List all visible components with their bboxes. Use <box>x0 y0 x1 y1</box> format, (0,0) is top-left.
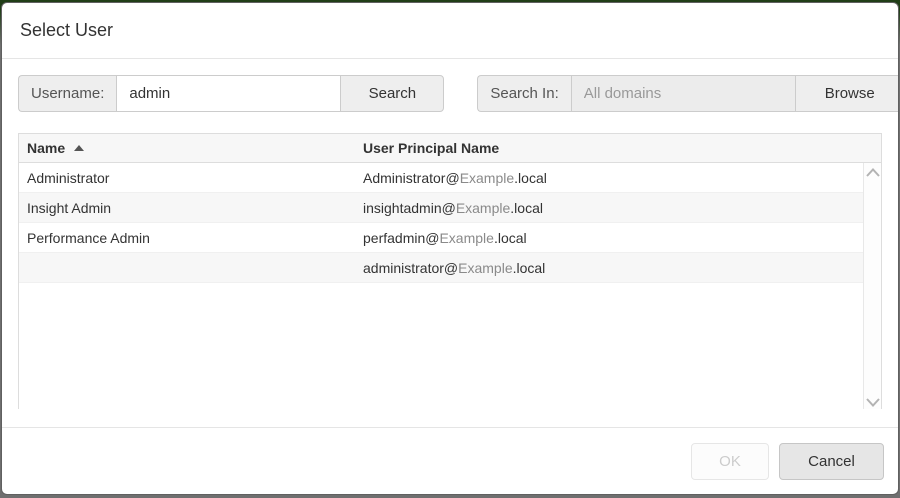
upn-prefix: perfadmin@ <box>363 230 439 246</box>
column-header-upn[interactable]: User Principal Name <box>355 134 881 162</box>
search-button[interactable]: Search <box>340 75 444 112</box>
dialog-footer: OK Cancel <box>2 427 898 494</box>
table-row[interactable]: Administrator Administrator@Example.loca… <box>19 163 863 193</box>
column-header-name[interactable]: Name <box>19 134 355 162</box>
column-header-name-label: Name <box>27 140 65 156</box>
username-input-group: Username: Search <box>18 75 444 112</box>
upn-suffix: .local <box>494 230 527 246</box>
user-results-table: Name User Principal Name Administrator A… <box>18 133 882 409</box>
cell-name: Administrator <box>19 163 355 192</box>
cell-upn: Administrator@Example.local <box>355 163 863 192</box>
cell-upn: administrator@Example.local <box>355 253 863 282</box>
cell-upn: insightadmin@Example.local <box>355 193 863 222</box>
table-body-wrap: Administrator Administrator@Example.loca… <box>19 163 881 409</box>
scroll-up-icon[interactable] <box>866 168 880 177</box>
table-row[interactable]: Insight Admin insightadmin@Example.local <box>19 193 863 223</box>
username-input[interactable] <box>116 75 341 112</box>
browse-button[interactable]: Browse <box>795 75 898 112</box>
table-body: Administrator Administrator@Example.loca… <box>19 163 863 409</box>
search-in-input-group: Search In: Browse <box>477 75 898 112</box>
table-row[interactable]: administrator@Example.local <box>19 253 863 283</box>
search-row: Username: Search Search In: Browse <box>18 75 882 112</box>
dialog-title: Select User <box>20 20 113 41</box>
upn-prefix: administrator@ <box>363 260 458 276</box>
select-user-dialog: Select User Username: Search Search In: … <box>1 2 899 495</box>
cell-name: Insight Admin <box>19 193 355 222</box>
dialog-body: Username: Search Search In: Browse Name … <box>2 59 898 409</box>
upn-domain: Example <box>460 170 514 186</box>
cell-name <box>19 253 355 282</box>
username-label: Username: <box>18 75 116 112</box>
column-header-upn-label: User Principal Name <box>363 140 499 156</box>
table-header-row: Name User Principal Name <box>19 134 881 163</box>
upn-domain: Example <box>458 260 512 276</box>
upn-suffix: .local <box>514 170 547 186</box>
upn-domain: Example <box>439 230 493 246</box>
table-row[interactable]: Performance Admin perfadmin@Example.loca… <box>19 223 863 253</box>
upn-prefix: Administrator@ <box>363 170 460 186</box>
upn-suffix: .local <box>513 260 546 276</box>
search-in-label: Search In: <box>477 75 570 112</box>
upn-prefix: insightadmin@ <box>363 200 456 216</box>
cell-upn: perfadmin@Example.local <box>355 223 863 252</box>
upn-domain: Example <box>456 200 510 216</box>
cancel-button[interactable]: Cancel <box>779 443 884 480</box>
search-in-input[interactable] <box>571 75 796 112</box>
upn-suffix: .local <box>510 200 543 216</box>
dialog-header: Select User <box>2 3 898 59</box>
scroll-down-icon[interactable] <box>866 398 880 407</box>
sort-ascending-icon <box>74 145 84 151</box>
cell-name: Performance Admin <box>19 223 355 252</box>
ok-button[interactable]: OK <box>691 443 769 480</box>
table-scrollbar[interactable] <box>863 163 881 409</box>
